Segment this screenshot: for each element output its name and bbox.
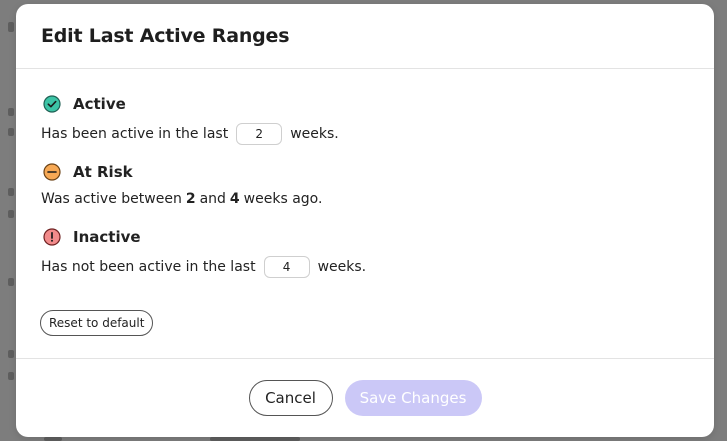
inactive-header: Inactive: [41, 226, 689, 248]
exclamation-circle-icon: [43, 228, 61, 246]
inactive-description: Has not been active in the last weeks.: [41, 255, 689, 279]
dialog-title: Edit Last Active Ranges: [41, 25, 290, 47]
active-text-before: Has been active in the last: [41, 126, 229, 142]
at-risk-header: At Risk: [41, 161, 689, 183]
background-element: [8, 108, 14, 116]
at-risk-from-value: 2: [185, 191, 196, 207]
background-element: [210, 437, 300, 441]
dialog-body: Active Has been active in the last weeks…: [16, 69, 714, 359]
check-circle-icon: [43, 95, 61, 113]
at-risk-text-before: Was active between: [41, 191, 182, 207]
active-range: Active Has been active in the last weeks…: [41, 93, 689, 146]
inactive-text-after: weeks.: [317, 259, 367, 275]
background-element: [44, 437, 62, 441]
active-description: Has been active in the last weeks.: [41, 122, 689, 146]
reset-to-default-button[interactable]: Reset to default: [40, 310, 154, 336]
inactive-weeks-input[interactable]: [263, 256, 310, 278]
dialog-header: Edit Last Active Ranges: [16, 4, 714, 69]
at-risk-description: Was active between 2 and 4 weeks ago.: [41, 187, 689, 211]
inactive-text-before: Has not been active in the last: [41, 259, 256, 275]
background-element: [8, 128, 14, 136]
background-element: [8, 210, 14, 218]
at-risk-range: At Risk Was active between 2 and 4 weeks…: [41, 161, 689, 211]
edit-ranges-dialog: Edit Last Active Ranges Active Has been …: [16, 4, 714, 437]
save-changes-button[interactable]: Save Changes: [344, 379, 482, 416]
background-element: [8, 372, 14, 380]
active-label: Active: [73, 95, 126, 113]
background-element: [8, 350, 14, 358]
background-element: [8, 188, 14, 196]
active-weeks-input[interactable]: [236, 123, 283, 145]
inactive-label: Inactive: [73, 228, 141, 246]
at-risk-text-middle: and: [199, 191, 226, 207]
at-risk-to-value: 4: [229, 191, 240, 207]
at-risk-text-after: weeks ago.: [243, 191, 323, 207]
at-risk-label: At Risk: [73, 163, 133, 181]
minus-circle-icon: [43, 163, 61, 181]
background-element: [8, 22, 14, 32]
dialog-footer: Cancel Save Changes: [16, 359, 714, 436]
cancel-button[interactable]: Cancel: [248, 379, 333, 416]
inactive-range: Inactive Has not been active in the last…: [41, 226, 689, 279]
active-text-after: weeks.: [290, 126, 339, 142]
background-element: [8, 278, 14, 286]
active-header: Active: [41, 93, 689, 115]
